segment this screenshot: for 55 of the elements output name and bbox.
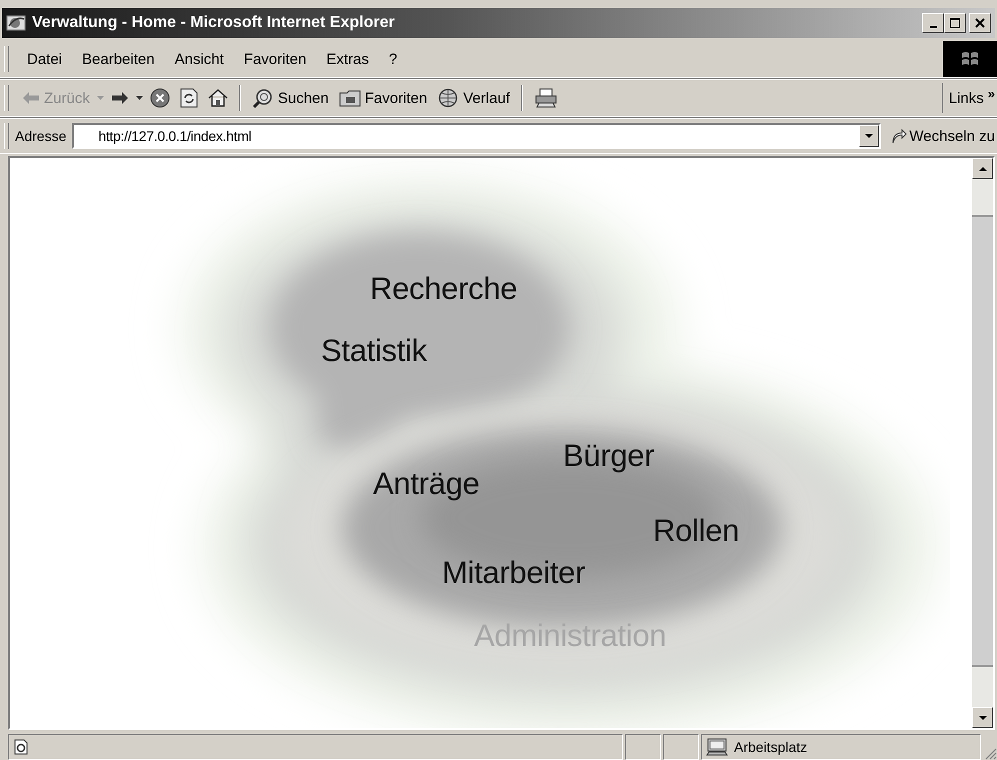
menu-link[interactable]: Anträge — [373, 466, 480, 502]
printer-icon — [534, 88, 558, 108]
caret-icon — [96, 96, 104, 100]
menu-link[interactable]: Recherche — [370, 271, 518, 307]
caret-icon — [136, 96, 143, 100]
menu-link[interactable]: Bürger — [563, 438, 654, 474]
scroll-down-button[interactable] — [972, 707, 993, 728]
address-label: Adresse — [15, 128, 66, 144]
menu-item[interactable]: Favoriten — [236, 48, 314, 70]
scrollbar[interactable] — [972, 158, 993, 728]
search-button[interactable]: Suchen — [246, 85, 334, 111]
minimize-button[interactable] — [922, 13, 944, 33]
window-title: Verwaltung - Home - Microsoft Internet Explorer — [32, 14, 396, 32]
chevron-button[interactable]: » — [988, 86, 997, 100]
search-icon — [252, 88, 274, 108]
refresh-icon — [180, 88, 198, 108]
menu-item[interactable]: Datei — [19, 48, 70, 70]
menu-link[interactable]: Statistik — [321, 333, 427, 369]
up-arrow-icon — [978, 166, 986, 170]
caret-icon — [865, 134, 874, 138]
go-arrow-icon — [891, 128, 908, 144]
status-pane — [663, 734, 699, 760]
favorites-button[interactable]: Favoriten — [334, 86, 432, 110]
close-icon — [975, 18, 985, 28]
menu-item[interactable]: Ansicht — [166, 48, 232, 70]
page-icon — [13, 739, 29, 755]
flag-icon — [960, 50, 980, 68]
globe-icon — [437, 88, 460, 108]
down-arrow-icon — [978, 716, 986, 720]
home-icon — [208, 89, 228, 107]
folder-icon — [338, 89, 361, 107]
dropdown-button[interactable] — [859, 125, 880, 147]
menu-item[interactable]: ? — [380, 48, 406, 70]
scroll-thumb[interactable] — [972, 215, 993, 667]
resize-grip-icon — [983, 746, 997, 760]
scroll-up-button[interactable] — [972, 158, 993, 179]
forward-arrow-icon — [110, 91, 129, 105]
address-field[interactable]: http://127.0.0.1/index.html — [72, 123, 882, 149]
maximize-button[interactable] — [944, 13, 966, 33]
menu-link[interactable]: Rollen — [653, 513, 740, 549]
history-button[interactable]: Verlauf — [432, 85, 515, 111]
close-button[interactable] — [969, 13, 991, 33]
menu-link[interactable]: Mitarbeiter — [442, 555, 586, 591]
app-icon — [6, 14, 26, 32]
stop-icon — [150, 88, 170, 108]
computer-icon — [706, 738, 728, 756]
status-pane — [625, 734, 661, 760]
links-label[interactable]: Links — [948, 90, 984, 106]
menu-item[interactable]: Extras — [318, 48, 377, 70]
zone-label: Arbeitsplatz — [734, 739, 808, 755]
back-arrow-icon — [22, 91, 40, 105]
maximize-icon — [950, 18, 960, 28]
go-button[interactable]: Wechseln zu — [887, 128, 997, 144]
menu-item[interactable]: Bearbeiten — [74, 48, 163, 70]
minimize-icon — [930, 26, 936, 28]
